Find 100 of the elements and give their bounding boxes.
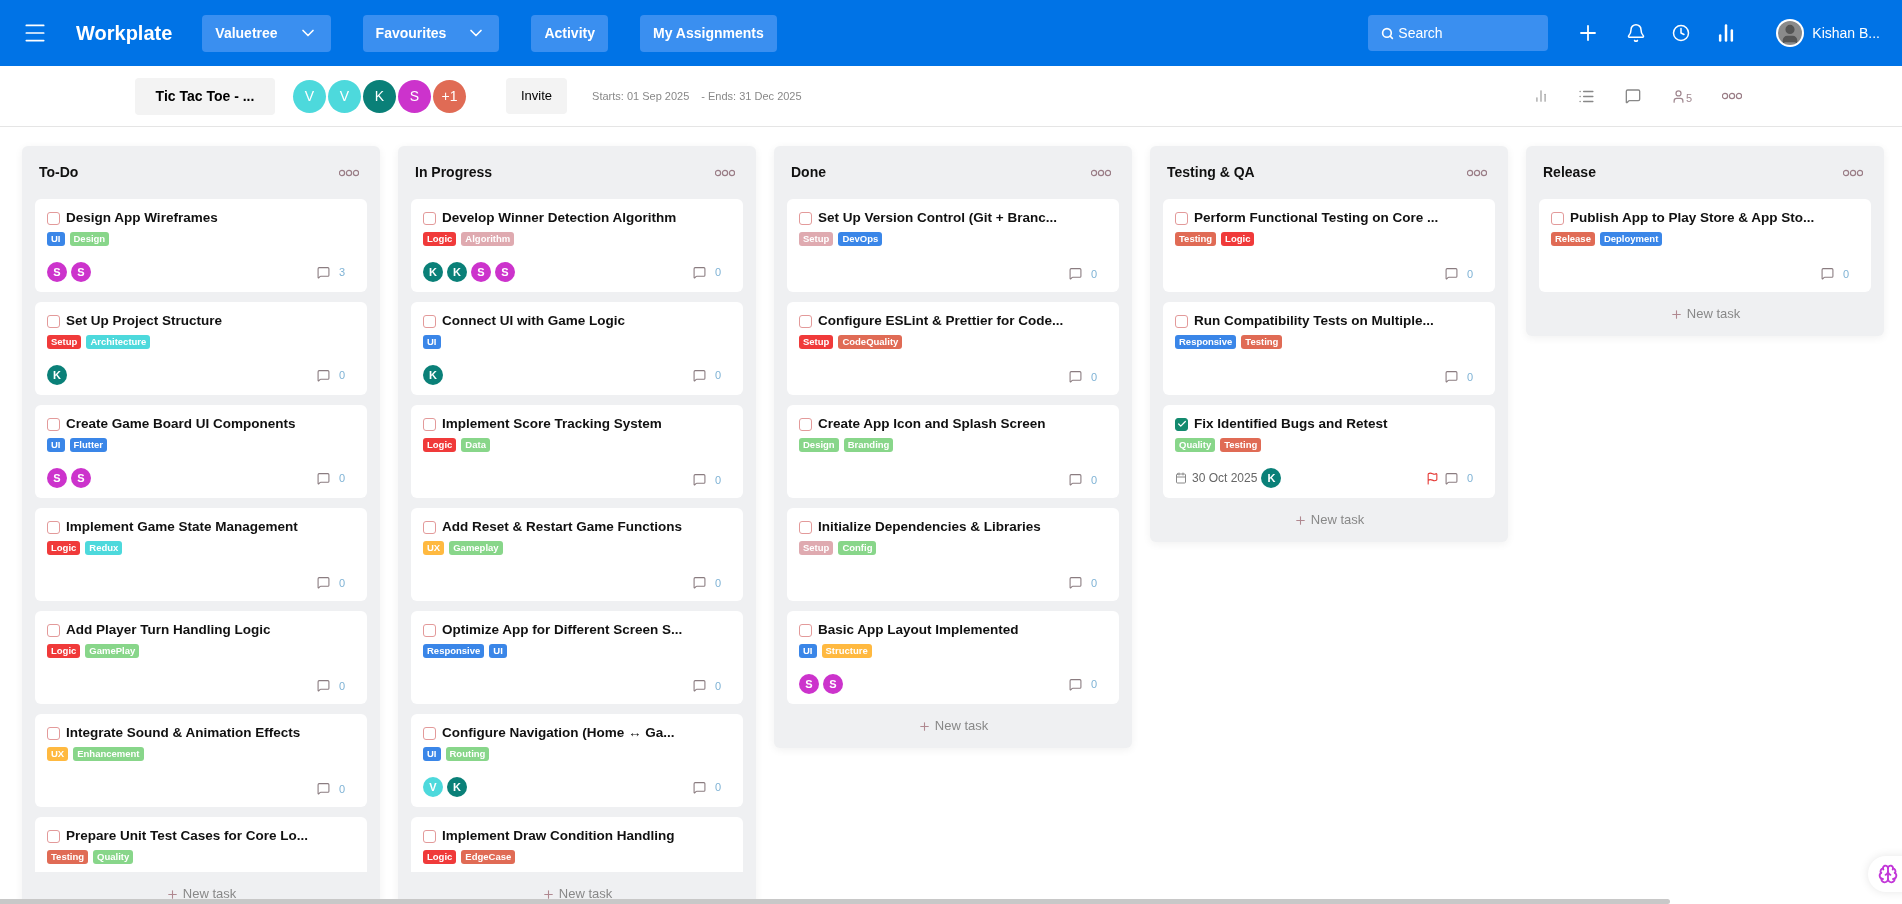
task-card[interactable]: Fix Identified Bugs and Retest Quality Testing 30 Oct 2025 K 0 bbox=[1163, 405, 1495, 498]
comment-icon[interactable] bbox=[316, 471, 330, 485]
task-card[interactable]: Perform Functional Testing on Core ... Testing Logic 0 bbox=[1163, 199, 1495, 292]
assistant-button[interactable] bbox=[1868, 856, 1902, 892]
bar-chart-icon[interactable] bbox=[1533, 89, 1548, 103]
comment-icon[interactable] bbox=[1444, 471, 1458, 485]
task-card[interactable]: Optimize App for Different Screen S... Responsive UI 0 bbox=[411, 611, 743, 704]
task-title[interactable]: Configure Navigation (Home ↔ Ga... bbox=[442, 723, 675, 744]
comment-icon[interactable] bbox=[692, 368, 706, 382]
checkbox[interactable] bbox=[799, 211, 812, 225]
checkbox[interactable] bbox=[1175, 417, 1188, 431]
comment-icon[interactable] bbox=[316, 782, 330, 796]
members-button[interactable]: 5 bbox=[1670, 88, 1692, 104]
task-card[interactable]: Set Up Version Control (Git + Branc... Setup DevOps 0 bbox=[787, 199, 1119, 292]
comment-icon[interactable] bbox=[316, 265, 330, 279]
comment-icon[interactable] bbox=[316, 368, 330, 382]
scrollbar[interactable] bbox=[0, 899, 1670, 904]
search-field[interactable]: Search bbox=[1368, 15, 1549, 51]
comment-icon[interactable] bbox=[1444, 267, 1458, 281]
comment-icon[interactable] bbox=[1624, 88, 1641, 104]
checkbox[interactable] bbox=[47, 829, 60, 843]
checkbox[interactable] bbox=[423, 520, 436, 534]
task-title[interactable]: Connect UI with Game Logic bbox=[442, 311, 625, 332]
task-card[interactable]: Add Reset & Restart Game Functions UX Gameplay 0 bbox=[411, 508, 743, 601]
task-card[interactable]: Develop Winner Detection Algorithm Logic Algorithm K K S S 0 bbox=[411, 199, 743, 292]
checkbox[interactable] bbox=[47, 417, 60, 431]
task-card[interactable]: Implement Game State Management Logic Redux 0 bbox=[35, 508, 367, 601]
checkbox[interactable] bbox=[423, 211, 436, 225]
comment-icon[interactable] bbox=[316, 576, 330, 590]
invite-button[interactable]: Invite bbox=[506, 78, 568, 114]
comment-icon[interactable] bbox=[1068, 677, 1082, 691]
checkbox[interactable] bbox=[799, 623, 812, 637]
task-title[interactable]: Run Compatibility Tests on Multiple... bbox=[1194, 311, 1434, 332]
task-title[interactable]: Create App Icon and Splash Screen bbox=[818, 414, 1046, 435]
comment-icon[interactable] bbox=[1068, 267, 1082, 281]
comment-icon[interactable] bbox=[692, 576, 706, 590]
task-title[interactable]: Create Game Board UI Components bbox=[66, 414, 296, 435]
checkbox[interactable] bbox=[423, 417, 436, 431]
task-card[interactable]: Basic App Layout Implemented UI Structure S S 0 bbox=[787, 611, 1119, 704]
task-card[interactable]: Prepare Unit Test Cases for Core Lo... Testing Quality bbox=[35, 817, 367, 872]
checkbox[interactable] bbox=[47, 520, 60, 534]
checkbox[interactable] bbox=[799, 417, 812, 431]
comment-icon[interactable] bbox=[316, 679, 330, 693]
task-title[interactable]: Prepare Unit Test Cases for Core Lo... bbox=[66, 826, 309, 847]
task-card[interactable]: Create App Icon and Splash Screen Design Branding 0 bbox=[787, 405, 1119, 498]
checkbox[interactable] bbox=[799, 520, 812, 534]
task-card[interactable]: Design App Wireframes UI Design S S 3 bbox=[35, 199, 367, 292]
task-title[interactable]: Basic App Layout Implemented bbox=[818, 620, 1019, 641]
task-card[interactable]: Implement Score Tracking System Logic Data 0 bbox=[411, 405, 743, 498]
checkbox[interactable] bbox=[423, 623, 436, 637]
checkbox[interactable] bbox=[1175, 314, 1188, 328]
notification-icon[interactable] bbox=[1626, 23, 1647, 43]
checkbox[interactable] bbox=[423, 726, 436, 740]
checkbox[interactable] bbox=[423, 829, 436, 843]
task-card[interactable]: Configure ESLint & Prettier for Code... Setup CodeQuality 0 bbox=[787, 302, 1119, 395]
checkbox[interactable] bbox=[47, 211, 60, 225]
task-card[interactable]: Configure Navigation (Home ↔ Ga... UI Routing V K 0 bbox=[411, 714, 743, 807]
task-card[interactable]: Add Player Turn Handling Logic Logic GamePlay 0 bbox=[35, 611, 367, 704]
task-title[interactable]: Integrate Sound & Animation Effects bbox=[66, 723, 301, 744]
task-title[interactable]: Implement Score Tracking System bbox=[442, 414, 662, 435]
comment-icon[interactable] bbox=[692, 679, 706, 693]
more-icon[interactable] bbox=[1091, 168, 1111, 177]
more-icon[interactable] bbox=[1722, 92, 1742, 100]
checkbox[interactable] bbox=[47, 623, 60, 637]
checkbox[interactable] bbox=[1551, 211, 1564, 225]
task-title[interactable]: Add Reset & Restart Game Functions bbox=[442, 517, 683, 538]
comment-icon[interactable] bbox=[1444, 370, 1458, 384]
more-icon[interactable] bbox=[1843, 168, 1863, 177]
project-selector[interactable]: Tic Tac Toe - ... bbox=[135, 77, 275, 115]
task-card[interactable]: Run Compatibility Tests on Multiple... Responsive Testing 0 bbox=[1163, 302, 1495, 395]
task-card[interactable]: Connect UI with Game Logic UI K 0 bbox=[411, 302, 743, 395]
task-title[interactable]: Initialize Dependencies & Libraries bbox=[818, 517, 1041, 538]
task-title[interactable]: Optimize App for Different Screen S... bbox=[442, 620, 683, 641]
task-card[interactable]: Integrate Sound & Animation Effects UX Enhancement 0 bbox=[35, 714, 367, 807]
task-title[interactable]: Perform Functional Testing on Core ... bbox=[1194, 208, 1439, 229]
checkbox[interactable] bbox=[423, 314, 436, 328]
task-card[interactable]: Initialize Dependencies & Libraries Setup Config 0 bbox=[787, 508, 1119, 601]
checkbox[interactable] bbox=[1175, 211, 1188, 225]
more-icon[interactable] bbox=[715, 168, 735, 177]
comment-icon[interactable] bbox=[692, 265, 706, 279]
task-title[interactable]: Configure ESLint & Prettier for Code... bbox=[818, 311, 1064, 332]
comment-icon[interactable] bbox=[1068, 370, 1082, 384]
task-title[interactable]: Publish App to Play Store & App Sto... bbox=[1570, 208, 1815, 229]
task-card[interactable]: Publish App to Play Store & App Sto... Release Deployment 0 bbox=[1539, 199, 1871, 292]
comment-icon[interactable] bbox=[692, 473, 706, 487]
task-title[interactable]: Fix Identified Bugs and Retest bbox=[1194, 414, 1388, 435]
task-title[interactable]: Implement Draw Condition Handling bbox=[442, 826, 675, 847]
task-title[interactable]: Set Up Project Structure bbox=[66, 311, 223, 332]
task-title[interactable]: Add Player Turn Handling Logic bbox=[66, 620, 271, 641]
task-card[interactable]: Create Game Board UI Components UI Flutter S S 0 bbox=[35, 405, 367, 498]
comment-icon[interactable] bbox=[1820, 267, 1834, 281]
task-title[interactable]: Develop Winner Detection Algorithm bbox=[442, 208, 677, 229]
more-icon[interactable] bbox=[339, 168, 359, 177]
task-title[interactable]: Set Up Version Control (Git + Branc... bbox=[818, 208, 1057, 229]
task-card[interactable]: Set Up Project Structure Setup Architecture K 0 bbox=[35, 302, 367, 395]
checkbox[interactable] bbox=[47, 726, 60, 740]
flag-icon[interactable] bbox=[1425, 471, 1439, 485]
comment-icon[interactable] bbox=[1068, 576, 1082, 590]
clock-icon[interactable] bbox=[1672, 24, 1691, 42]
user-name[interactable]: Kishan B... bbox=[1812, 22, 1880, 44]
